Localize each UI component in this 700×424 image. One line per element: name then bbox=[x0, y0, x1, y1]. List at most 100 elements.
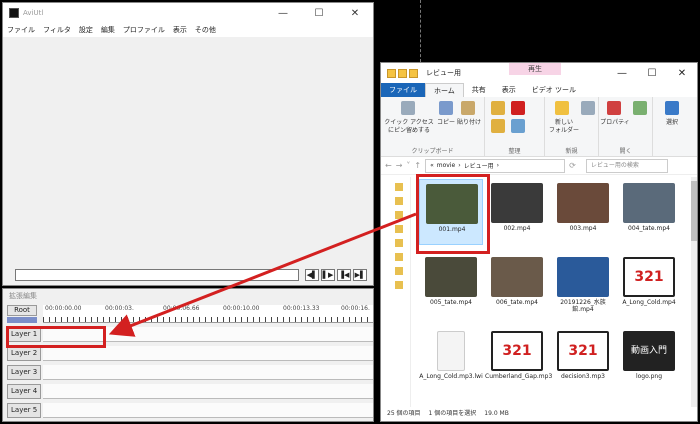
file-item[interactable]: 004_tate.mp4 bbox=[617, 179, 681, 245]
select-label[interactable]: 選択 bbox=[657, 119, 687, 127]
forward-icon[interactable]: → bbox=[396, 161, 403, 170]
file-item[interactable]: A_Long_Cold.mp3.lwi bbox=[419, 327, 483, 393]
tab-file[interactable]: ファイル bbox=[381, 83, 425, 97]
up-icon[interactable]: ↑ bbox=[414, 161, 421, 170]
refresh-icon[interactable]: ⟳ bbox=[569, 161, 576, 170]
aviutl-window: AviUtl — ☐ ✕ ファイル フィルタ 設定 編集 プロファイル 表示 そ… bbox=[2, 2, 374, 286]
paste-icon[interactable] bbox=[461, 101, 475, 115]
chevron-down-icon[interactable]: ˅ bbox=[406, 161, 410, 170]
layer-4[interactable]: Layer 4 bbox=[7, 384, 373, 400]
status-bar: 25 個の項目 1 個の項目を選択 19.0 MB bbox=[381, 407, 697, 421]
layer-2[interactable]: Layer 2 bbox=[7, 346, 373, 362]
properties-icon[interactable] bbox=[398, 68, 407, 78]
minimize-icon[interactable]: — bbox=[607, 68, 637, 79]
timeline-ruler[interactable]: 00:00:00.00 00:00:03. 00:00:06.66 00:00:… bbox=[43, 305, 373, 323]
tab-home[interactable]: ホーム bbox=[425, 83, 464, 97]
maximize-icon[interactable]: ☐ bbox=[301, 8, 337, 19]
new-folder-icon[interactable] bbox=[409, 68, 418, 78]
menu-settings[interactable]: 設定 bbox=[79, 25, 93, 35]
scrollbar[interactable] bbox=[691, 177, 697, 407]
copy-label[interactable]: コピー bbox=[435, 119, 457, 127]
pin-label[interactable]: クイック アクセス にピン留めする bbox=[383, 119, 435, 135]
menu-profile[interactable]: プロファイル bbox=[123, 25, 165, 35]
menu-other[interactable]: その他 bbox=[195, 25, 216, 35]
layer-track[interactable] bbox=[43, 403, 373, 418]
close-icon[interactable]: ✕ bbox=[667, 68, 697, 79]
nav-folder-icon[interactable] bbox=[395, 197, 403, 205]
paste-label[interactable]: 貼り付け bbox=[455, 119, 483, 127]
nav-folder-icon[interactable] bbox=[395, 267, 403, 275]
file-name: 005_tate.mp4 bbox=[430, 299, 472, 306]
address-bar[interactable]: « movie › レビュー用 › bbox=[425, 158, 566, 173]
file-item[interactable]: 006_tate.mp4 bbox=[485, 253, 549, 319]
layer-label[interactable]: Layer 5 bbox=[7, 403, 41, 418]
nav-folder-icon[interactable] bbox=[395, 239, 403, 247]
go-start-button[interactable]: ▐◀ bbox=[337, 269, 351, 281]
new-folder-label[interactable]: 新しい フォルダー bbox=[547, 119, 581, 135]
delete-icon[interactable] bbox=[511, 101, 525, 115]
properties-icon[interactable] bbox=[607, 101, 621, 115]
timeline-scale-bar[interactable] bbox=[7, 317, 37, 323]
file-item[interactable]: 005_tate.mp4 bbox=[419, 253, 483, 319]
layer-label[interactable]: Layer 3 bbox=[7, 365, 41, 380]
layer-3[interactable]: Layer 3 bbox=[7, 365, 373, 381]
layer-track[interactable] bbox=[43, 384, 373, 399]
minimize-icon[interactable]: — bbox=[265, 8, 301, 19]
file-name: A_Long_Cold.mp4 bbox=[622, 299, 676, 306]
new-item-icon[interactable] bbox=[581, 101, 595, 115]
file-item[interactable]: 321 Cumberland_Gap.mp3 bbox=[485, 327, 552, 393]
navigation-pane[interactable] bbox=[381, 177, 411, 407]
file-item[interactable]: 20191226_水族館.mp4 bbox=[551, 253, 615, 319]
tab-view[interactable]: 表示 bbox=[494, 83, 524, 97]
menu-view[interactable]: 表示 bbox=[173, 25, 187, 35]
copy-to-icon[interactable] bbox=[491, 119, 505, 133]
layer-label[interactable]: Layer 2 bbox=[7, 346, 41, 361]
move-to-icon[interactable] bbox=[491, 101, 505, 115]
aviutl-titlebar: AviUtl — ☐ ✕ bbox=[3, 3, 373, 23]
file-item[interactable]: 321 A_Long_Cold.mp4 bbox=[617, 253, 681, 319]
scrollbar-thumb[interactable] bbox=[691, 181, 697, 241]
nav-folder-icon[interactable] bbox=[395, 225, 403, 233]
nav-folder-icon[interactable] bbox=[395, 253, 403, 261]
new-folder-icon[interactable] bbox=[555, 101, 569, 115]
pin-icon[interactable] bbox=[401, 101, 415, 115]
maximize-icon[interactable]: ☐ bbox=[637, 68, 667, 79]
video-thumbnail bbox=[425, 257, 477, 297]
highlight-box-file bbox=[416, 174, 490, 254]
properties-label[interactable]: プロパティ bbox=[599, 119, 631, 127]
search-input[interactable]: レビュー用の検索 bbox=[585, 158, 668, 173]
menu-edit[interactable]: 編集 bbox=[101, 25, 115, 35]
layer-track[interactable] bbox=[43, 346, 373, 361]
timeline-title: 拡張編集 bbox=[9, 292, 37, 300]
layer-label[interactable]: Layer 4 bbox=[7, 384, 41, 399]
rename-icon[interactable] bbox=[511, 119, 525, 133]
select-icon[interactable] bbox=[665, 101, 679, 115]
menu-file[interactable]: ファイル bbox=[7, 25, 35, 35]
layer-track[interactable] bbox=[43, 365, 373, 380]
go-end-button[interactable]: ▶▌ bbox=[353, 269, 367, 281]
next-frame-button[interactable]: ▌▶ bbox=[321, 269, 335, 281]
layer-5[interactable]: Layer 5 bbox=[7, 403, 373, 419]
open-icon[interactable] bbox=[633, 101, 647, 115]
tab-share[interactable]: 共有 bbox=[464, 83, 494, 97]
menu-filter[interactable]: フィルタ bbox=[43, 25, 71, 35]
nav-folder-icon[interactable] bbox=[395, 183, 403, 191]
file-item[interactable]: 003.mp4 bbox=[551, 179, 615, 245]
breadcrumb-review[interactable]: レビュー用 bbox=[464, 161, 494, 170]
back-icon[interactable]: ← bbox=[385, 161, 392, 170]
file-item[interactable]: 321 decision3.mp3 bbox=[551, 327, 615, 393]
copy-icon[interactable] bbox=[439, 101, 453, 115]
breadcrumb-overflow[interactable]: « bbox=[430, 162, 434, 169]
folder-icon[interactable] bbox=[387, 68, 396, 78]
close-icon[interactable]: ✕ bbox=[337, 8, 373, 19]
file-item[interactable]: 002.mp4 bbox=[485, 179, 549, 245]
tab-video-tools[interactable]: ビデオ ツール bbox=[524, 83, 584, 97]
prev-frame-button[interactable]: ◀▌ bbox=[305, 269, 319, 281]
breadcrumb-movie[interactable]: movie bbox=[437, 162, 455, 169]
nav-folder-icon[interactable] bbox=[395, 281, 403, 289]
seek-bar[interactable] bbox=[15, 269, 299, 281]
nav-folder-icon[interactable] bbox=[395, 211, 403, 219]
context-tab-play[interactable]: 再生 bbox=[509, 63, 561, 75]
root-button[interactable]: Root bbox=[7, 305, 37, 316]
file-item[interactable]: 動画入門 logo.png bbox=[617, 327, 681, 393]
